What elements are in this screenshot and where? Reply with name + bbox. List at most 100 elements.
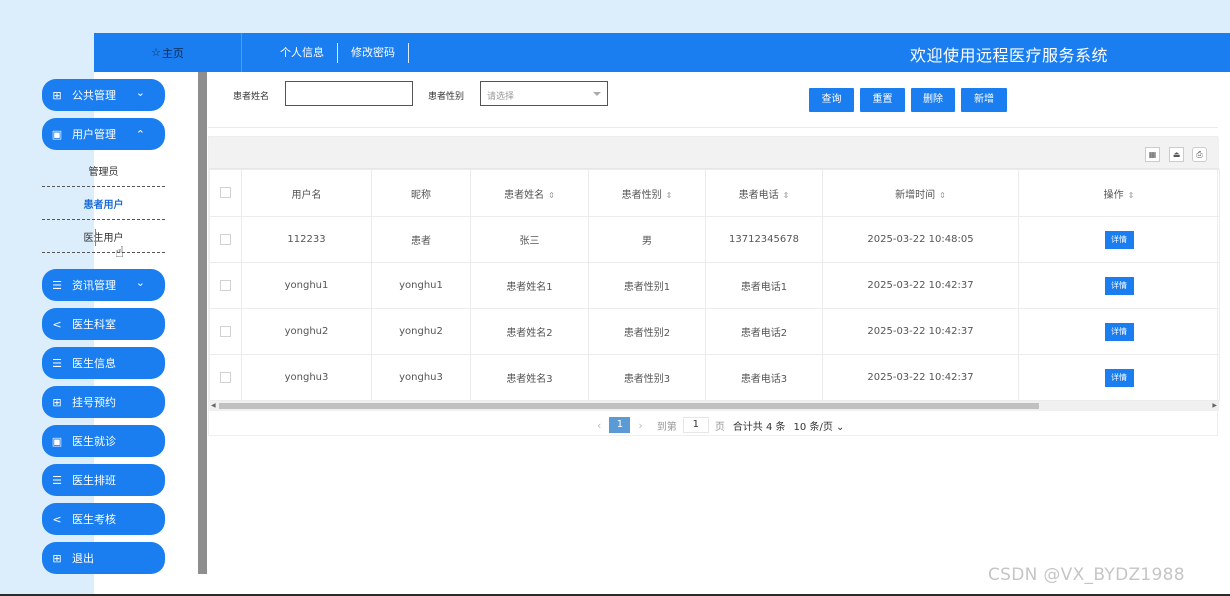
cell-patient-gender: 患者性别2 <box>588 308 706 355</box>
row-select[interactable] <box>209 216 242 263</box>
row-checkbox[interactable] <box>220 279 231 291</box>
sort-icon[interactable]: ⇕ <box>548 191 555 200</box>
menu-user-management[interactable]: ▣ 用户管理 ⌃ <box>42 118 165 150</box>
menu-public-management[interactable]: ⊞ 公共管理 ⌄ <box>42 79 165 111</box>
row-select[interactable] <box>209 308 242 355</box>
header-nickname: 昵称 <box>371 169 471 217</box>
cell-patient-name: 张三 <box>470 216 589 263</box>
nav-personal-info[interactable]: 个人信息 <box>272 42 338 63</box>
patient-name-label: 患者姓名 <box>233 92 270 102</box>
menu-doctor-department[interactable]: < 医生科室 <box>42 308 165 340</box>
list-icon: ☰ <box>52 278 62 292</box>
sort-icon[interactable]: ⇕ <box>666 191 673 200</box>
cell-patient-name: 患者姓名3 <box>470 354 589 401</box>
sort-icon[interactable]: ⇕ <box>939 191 946 200</box>
menu-news-management[interactable]: ☰ 资讯管理 ⌄ <box>42 269 165 301</box>
home-link[interactable]: ☆ 主页 <box>94 33 242 72</box>
header-select-all[interactable] <box>209 169 242 217</box>
menu-label: 医生就诊 <box>72 435 116 448</box>
cell-actions: 详情 <box>1018 308 1220 355</box>
reset-button[interactable]: 重置 <box>860 88 905 112</box>
header-patient-name[interactable]: 患者姓名 ⇕ <box>470 169 589 217</box>
menu-label: 公共管理 <box>72 89 116 102</box>
table-row: 112233 患者 张三 男 13712345678 2025-03-22 10… <box>209 216 1220 263</box>
cell-username: yonghu1 <box>241 262 372 309</box>
top-nav: 个人信息 修改密码 <box>272 33 409 72</box>
detail-button[interactable]: 详情 <box>1104 230 1134 249</box>
cell-patient-gender: 男 <box>588 216 706 263</box>
cell-patient-name: 患者姓名2 <box>470 308 589 355</box>
menu-logout[interactable]: ⊞ 退出 <box>42 542 165 574</box>
header-actions[interactable]: 操作 ⇕ <box>1018 169 1220 217</box>
grid-icon: ⊞ <box>52 88 62 102</box>
prev-page-icon[interactable]: ‹ <box>597 419 601 432</box>
columns-icon[interactable]: ▦ <box>1145 147 1160 162</box>
row-checkbox[interactable] <box>220 325 231 337</box>
detail-button[interactable]: 详情 <box>1104 276 1134 295</box>
menu-label: 医生科室 <box>72 318 116 331</box>
text-caret <box>95 229 96 246</box>
cell-nickname: 患者 <box>371 216 471 263</box>
cell-patient-name: 患者姓名1 <box>470 262 589 309</box>
cell-patient-phone: 患者电话2 <box>705 308 823 355</box>
table-horizontal-scrollbar[interactable]: ◀ ▶ <box>209 401 1219 411</box>
header-patient-phone[interactable]: 患者电话 ⇕ <box>705 169 823 217</box>
add-button[interactable]: 新增 <box>961 88 1007 112</box>
menu-label: 挂号预约 <box>72 396 116 409</box>
menu-doctor-visit[interactable]: ▣ 医生就诊 <box>42 425 165 457</box>
query-button[interactable]: 查询 <box>809 88 854 112</box>
page-size-select[interactable]: 10 条/页 ⌄ <box>794 418 845 433</box>
document-icon: ▣ <box>51 127 63 141</box>
sidebar-scrollbar[interactable] <box>198 72 207 574</box>
row-select[interactable] <box>209 262 242 309</box>
scrollbar-thumb[interactable] <box>219 403 1039 409</box>
share-icon: < <box>52 317 62 331</box>
cell-nickname: yonghu2 <box>371 308 471 355</box>
cell-patient-phone: 患者电话1 <box>705 262 823 309</box>
sort-icon[interactable]: ⇕ <box>783 191 790 200</box>
watermark: CSDN @VX_BYDZ1988 <box>988 565 1185 585</box>
nav-change-password[interactable]: 修改密码 <box>338 42 409 63</box>
export-icon[interactable]: ⏏ <box>1169 147 1184 162</box>
home-label: 主页 <box>161 46 184 60</box>
top-bar: ☆ 主页 个人信息 修改密码 欢迎使用远程医疗服务系统 <box>94 33 1230 72</box>
list-icon: ☰ <box>52 356 62 370</box>
menu-doctor-schedule[interactable]: ☰ 医生排班 <box>42 464 165 496</box>
menu-doctor-info[interactable]: ☰ 医生信息 <box>42 347 165 379</box>
page-number-current[interactable]: 1 <box>609 417 631 433</box>
patient-gender-select[interactable]: 请选择 <box>480 81 608 106</box>
next-page-icon[interactable]: › <box>638 419 642 432</box>
delete-button[interactable]: 删除 <box>911 88 955 112</box>
scroll-right-icon[interactable]: ▶ <box>1212 401 1217 411</box>
header-created-time[interactable]: 新增时间 ⇕ <box>822 169 1019 217</box>
submenu-patient-users[interactable]: 患者用户 <box>42 187 165 220</box>
print-icon[interactable]: ⎙ <box>1192 147 1207 162</box>
detail-button[interactable]: 详情 <box>1104 368 1134 387</box>
patient-name-input[interactable] <box>285 81 413 106</box>
submenu-admin[interactable]: 管理员 <box>42 154 165 187</box>
menu-label: 退出 <box>72 552 94 565</box>
menu-registration[interactable]: ⊞ 挂号预约 <box>42 386 165 418</box>
submenu-doctor-users[interactable]: 医生用户 <box>42 220 165 253</box>
menu-label: 资讯管理 <box>72 279 116 292</box>
select-all-checkbox[interactable] <box>220 187 231 199</box>
menu-doctor-assessment[interactable]: < 医生考核 <box>42 503 165 535</box>
grid-icon: ⊞ <box>52 395 62 409</box>
share-icon: < <box>52 512 62 526</box>
top-background <box>0 0 1230 33</box>
cell-created-time: 2025-03-22 10:42:37 <box>822 262 1019 309</box>
row-checkbox[interactable] <box>220 233 231 245</box>
menu-label: 医生信息 <box>72 357 116 370</box>
header-patient-gender[interactable]: 患者性别 ⇕ <box>588 169 706 217</box>
cell-actions: 详情 <box>1018 262 1220 309</box>
select-placeholder: 请选择 <box>487 92 515 102</box>
search-form: 患者姓名 患者性别 请选择 查询 重置 删除 新增 <box>208 72 1218 128</box>
scroll-left-icon[interactable]: ◀ <box>211 401 216 411</box>
cell-nickname: yonghu3 <box>371 354 471 401</box>
detail-button[interactable]: 详情 <box>1104 322 1134 341</box>
row-select[interactable] <box>209 354 242 401</box>
sort-icon[interactable]: ⇕ <box>1128 191 1135 200</box>
row-checkbox[interactable] <box>220 371 231 383</box>
menu-label: 用户管理 <box>72 128 116 141</box>
goto-page-input[interactable]: 1 <box>682 417 709 433</box>
